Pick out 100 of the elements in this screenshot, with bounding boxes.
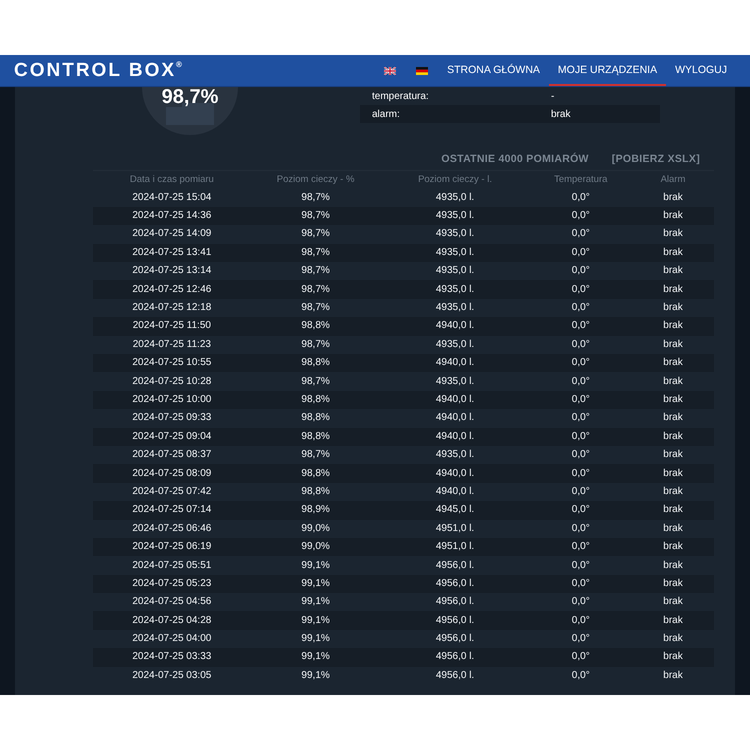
table-cell: 98,7% [250, 244, 380, 262]
table-cell: 4940,0 l. [380, 354, 530, 372]
table-cell: 98,7% [250, 206, 380, 226]
table-cell: 98,8% [250, 354, 380, 372]
table-cell: 4956,0 l. [380, 611, 530, 630]
table-cell: 99,1% [250, 611, 380, 630]
table-cell: 2024-07-25 09:33 [93, 409, 251, 428]
info-value: - [551, 90, 554, 104]
table-cell: 2024-07-25 07:14 [93, 501, 251, 520]
table-cell: 4935,0 l. [380, 298, 530, 318]
table-cell: 2024-07-25 15:04 [93, 188, 251, 207]
table-cell: 4935,0 l. [380, 446, 530, 464]
column-header: Poziom cieczy - l. [380, 170, 530, 188]
table-cell: brak [632, 501, 714, 520]
table-cell: brak [632, 244, 714, 262]
table-cell: 4940,0 l. [380, 317, 530, 336]
table-cell: brak [632, 593, 714, 612]
table-cell: 4956,0 l. [380, 648, 530, 667]
table-cell: brak [632, 464, 714, 483]
table-cell: 4935,0 l. [380, 336, 530, 354]
table-cell: 98,8% [250, 464, 380, 483]
table-cell: 2024-07-25 05:23 [93, 574, 251, 594]
table-cell: 98,7% [250, 336, 380, 354]
nav-link[interactable]: STRONA GŁÓWNA [438, 55, 549, 86]
column-header: Poziom cieczy - % [250, 170, 380, 188]
table-cell: 98,7% [250, 262, 380, 280]
table-cell: 0,0° [530, 501, 632, 520]
table-cell-text: 0,0° [570, 558, 591, 572]
table-cell: 2024-07-25 10:00 [93, 390, 251, 410]
table-cell: 98,8% [250, 428, 380, 446]
table-cell: 0,0° [530, 188, 632, 207]
table-cell: 2024-07-25 14:36 [93, 206, 251, 226]
table-cell: 2024-07-25 06:19 [93, 538, 251, 556]
logo[interactable]: CONTROL BOX$^{®}$ [14, 61, 182, 80]
table-cell-text: brak [662, 558, 684, 572]
table-cell: 4935,0 l. [380, 188, 530, 207]
table-cell: 2024-07-25 12:18 [93, 298, 251, 318]
table-cell: 99,1% [250, 593, 380, 612]
table-cell: 4951,0 l. [380, 538, 530, 556]
table-cell: 0,0° [530, 390, 632, 410]
table-cell: 2024-07-25 11:23 [93, 336, 251, 354]
table-cell: 4956,0 l. [380, 630, 530, 648]
info-label: alarm: [371, 108, 401, 122]
table-cell: 4940,0 l. [380, 409, 530, 428]
table-cell-text: brak [662, 227, 684, 242]
table-cell: 4940,0 l. [380, 428, 530, 446]
table-cell: 2024-07-25 10:55 [93, 354, 251, 372]
info-value: brak [551, 108, 570, 122]
table-cell-text: 4956,0 l. [434, 558, 476, 572]
table-cell: brak [632, 188, 714, 207]
table-cell: 2024-07-25 12:46 [93, 280, 251, 299]
column-header: Data i czas pomiaru [93, 170, 251, 188]
table-cell: brak [632, 336, 714, 354]
table-cell: 99,0% [250, 520, 380, 538]
table-cell: 99,1% [250, 630, 380, 648]
nav-link[interactable]: WYLOGUJ [666, 55, 736, 86]
table-cell: 0,0° [530, 354, 632, 372]
table-cell: brak [632, 648, 714, 667]
table-cell: brak [632, 520, 714, 538]
table-cell: 2024-07-25 04:00 [93, 630, 251, 648]
table-cell: 4951,0 l. [380, 520, 530, 538]
table-cell: 99,1% [250, 574, 380, 594]
table-cell: 0,0° [530, 538, 632, 556]
table-cell-text: 2024-07-25 05:51 [131, 558, 212, 572]
download-link[interactable]: [POBIERZ XSLX] [612, 152, 700, 168]
german-flag-icon[interactable] [416, 66, 428, 74]
table-cell: 98,7% [250, 372, 380, 391]
table-cell: brak [632, 538, 714, 556]
table-cell: 2024-07-25 03:33 [93, 648, 251, 667]
table-cell: brak [632, 446, 714, 464]
uk-flag-icon[interactable] [384, 66, 396, 74]
table-cell: 2024-07-25 10:28 [93, 372, 251, 391]
table-cell: 0,0° [530, 409, 632, 428]
table-cell: 0,0° [530, 482, 632, 502]
table-cell: 2024-07-25 13:14 [93, 262, 251, 280]
table-cell: 4935,0 l. [380, 206, 530, 226]
table-cell-text: 2024-07-25 14:09 [131, 227, 212, 242]
table-cell: 0,0° [530, 464, 632, 483]
table-cell: brak [632, 280, 714, 299]
table-cell: 98,7% [250, 280, 380, 299]
table-cell: 0,0° [530, 593, 632, 612]
table-cell: 2024-07-25 07:42 [93, 482, 251, 502]
table-cell-text: 4935,0 l. [434, 227, 476, 242]
table-cell: 98,7% [250, 446, 380, 464]
table-cell: 0,0° [530, 574, 632, 594]
column-header: Alarm [632, 170, 714, 188]
table-cell: 99,1% [250, 648, 380, 667]
table-cell: 4935,0 l. [380, 262, 530, 280]
table-cell: 0,0° [530, 298, 632, 318]
table-cell: 98,7% [250, 188, 380, 207]
table-cell: brak [632, 354, 714, 372]
table-cell: brak [632, 428, 714, 446]
table-cell: brak [632, 574, 714, 594]
table-cell: 98,8% [250, 317, 380, 336]
table-cell: 0,0° [530, 280, 632, 299]
table-cell: brak [632, 630, 714, 648]
table-cell: 4956,0 l. [380, 574, 530, 594]
table-cell: 0,0° [530, 520, 632, 538]
table-cell: 2024-07-25 04:28 [93, 611, 251, 630]
table-cell: 4940,0 l. [380, 464, 530, 483]
